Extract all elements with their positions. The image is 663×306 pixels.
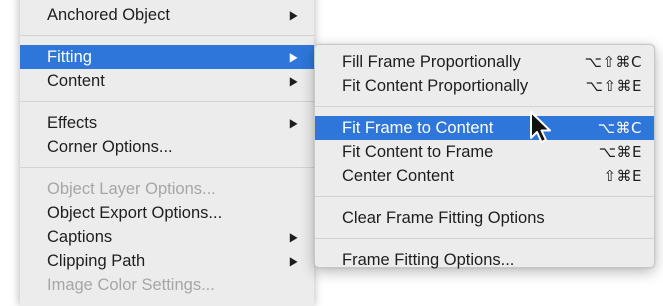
menu-item-label: Image Color Settings...	[47, 276, 215, 294]
menu-separator	[20, 167, 314, 168]
menu-separator	[315, 196, 654, 197]
menu-item-clipping-path[interactable]: Clipping Path ▶	[20, 249, 314, 273]
menu-item-effects[interactable]: Effects ▶	[20, 111, 314, 135]
menu-item-label: Fill Frame Proportionally	[342, 53, 521, 71]
menu-item-clear-frame-fitting-options[interactable]: Clear Frame Fitting Options	[315, 206, 654, 230]
menu-separator	[315, 106, 654, 107]
submenu-arrow-icon: ▶	[289, 50, 298, 64]
menu-item-fill-frame-proportionally[interactable]: Fill Frame Proportionally ⌥⇧⌘C	[315, 50, 654, 74]
menu-item-label: Effects	[47, 114, 98, 132]
menu-item-label: Object Layer Options...	[47, 180, 216, 198]
menu-separator	[20, 101, 314, 102]
fitting-submenu: Fill Frame Proportionally ⌥⇧⌘C Fit Conte…	[314, 44, 655, 269]
keyboard-shortcut: ⌥⌘C	[597, 119, 642, 137]
menu-item-label: Anchored Object	[47, 6, 170, 24]
menu-item-fitting[interactable]: Fitting ▶	[20, 45, 314, 69]
menu-item-frame-fitting-options[interactable]: Frame Fitting Options...	[315, 248, 654, 272]
menu-item-center-content[interactable]: Center Content ⇧⌘E	[315, 164, 654, 188]
menu-item-label: Frame Fitting Options...	[342, 251, 515, 269]
menu-item-label: Clipping Path	[47, 252, 146, 270]
menu-separator	[315, 238, 654, 239]
submenu-arrow-icon: ▶	[289, 254, 298, 268]
menu-item-label: Clear Frame Fitting Options	[342, 209, 545, 227]
menu-item-fit-content-to-frame[interactable]: Fit Content to Frame ⌥⌘E	[315, 140, 654, 164]
menu-item-label: Fit Content Proportionally	[342, 77, 529, 95]
menu-item-label: Content	[47, 72, 105, 90]
context-menu: Anchored Object ▶ Fitting ▶ Content ▶ Ef…	[20, 0, 314, 306]
menu-item-label: Center Content	[342, 167, 454, 185]
submenu-arrow-icon: ▶	[289, 8, 298, 22]
menu-item-object-export-options[interactable]: Object Export Options...	[20, 201, 314, 225]
menu-item-label: Fit Frame to Content	[342, 119, 494, 137]
menu-item-captions[interactable]: Captions ▶	[20, 225, 314, 249]
keyboard-shortcut: ⌥⌘E	[598, 143, 642, 161]
menu-item-anchored-object[interactable]: Anchored Object ▶	[20, 3, 314, 27]
menu-item-corner-options[interactable]: Corner Options...	[20, 135, 314, 159]
menu-item-image-color-settings: Image Color Settings...	[20, 273, 314, 297]
menu-item-label: Fit Content to Frame	[342, 143, 494, 161]
submenu-arrow-icon: ▶	[289, 74, 298, 88]
submenu-arrow-icon: ▶	[289, 116, 298, 130]
menu-item-object-layer-options: Object Layer Options...	[20, 177, 314, 201]
submenu-arrow-icon: ▶	[289, 230, 298, 244]
keyboard-shortcut: ⌥⇧⌘C	[584, 53, 642, 71]
menu-item-label: Corner Options...	[47, 138, 173, 156]
menu-item-fit-content-proportionally[interactable]: Fit Content Proportionally ⌥⇧⌘E	[315, 74, 654, 98]
keyboard-shortcut: ⌥⇧⌘E	[585, 77, 642, 95]
menu-item-label: Fitting	[47, 48, 92, 66]
keyboard-shortcut: ⇧⌘E	[603, 167, 642, 185]
menu-item-content[interactable]: Content ▶	[20, 69, 314, 93]
menu-item-fit-frame-to-content[interactable]: Fit Frame to Content ⌥⌘C	[315, 116, 654, 140]
menu-item-label: Captions	[47, 228, 113, 246]
menu-item-label: Object Export Options...	[47, 204, 223, 222]
menu-separator	[20, 35, 314, 36]
